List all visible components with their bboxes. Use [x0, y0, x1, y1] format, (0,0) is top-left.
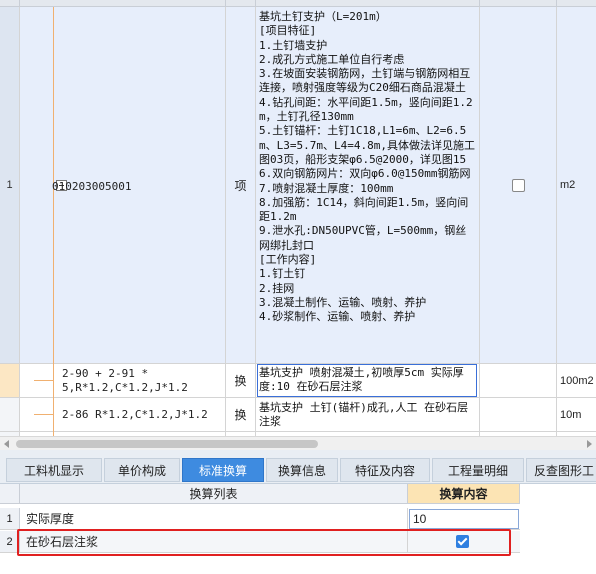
- sand-gravel-grouting-checkbox[interactable]: [456, 535, 469, 548]
- thickness-input[interactable]: 10: [409, 509, 519, 529]
- description-line: 2.成孔方式施工单位自行考虑: [259, 52, 405, 66]
- quota-grid: 1 010203005001 项 基坑土钉支护（L=201m） [项目特征] 1.土…: [0, 0, 596, 436]
- grid-row-item[interactable]: 1 010203005001 项 基坑土钉支护（L=201m） [项目特征] 1.土…: [0, 7, 596, 364]
- description-cell[interactable]: 基坑支护 喷射混凝土,初喷厚5cm 实际厚度:10 在砂石层注浆: [256, 364, 480, 397]
- type-cell: 换: [226, 364, 256, 397]
- conversion-value-cell[interactable]: [408, 531, 520, 552]
- row-number: [0, 398, 20, 431]
- detail-tab-bar: 工料机显示 单价构成 标准换算 换算信息 特征及内容 工程量明细 反查图形工: [0, 450, 596, 484]
- checkbox-cell: [480, 398, 557, 431]
- horizontal-scrollbar[interactable]: [0, 436, 596, 450]
- scrollbar-thumb[interactable]: [16, 440, 318, 448]
- description-line: 基坑土钉支护（L=201m）: [259, 10, 387, 23]
- tab-features-content[interactable]: 特征及内容: [340, 458, 430, 482]
- description-line: 4.钻孔间距：水平间距1.5m，竖向间距1.2m，土钉孔径130mm: [259, 95, 473, 124]
- conversion-name: 在砂石层注浆: [20, 531, 408, 552]
- description-line: 1.钉土钉: [259, 267, 306, 281]
- tab-unit-price[interactable]: 单价构成: [104, 458, 180, 482]
- scroll-right-arrow-icon[interactable]: [587, 440, 592, 448]
- row-number: [0, 364, 20, 397]
- code-cell[interactable]: 2-86 R*1.2,C*1.2,J*1.2: [20, 398, 226, 432]
- code-cell[interactable]: 2-90 + 2-91 * 5,R*1.2,C*1.2,J*1.2: [20, 364, 226, 398]
- item-description: 基坑土钉支护（L=201m） [项目特征] 1.土钉墙支护 2.成孔方式施工单位自行考…: [259, 10, 477, 325]
- description-line: 8.加强筋：1C14，斜向间距1.5m，竖向间距1.2m: [259, 195, 469, 224]
- grid-header-strip: [0, 0, 596, 7]
- quota-code-line2: 5,R*1.2,C*1.2,J*1.2: [62, 381, 188, 394]
- conversion-name: 实际厚度: [20, 508, 408, 529]
- checkbox-cell: [480, 364, 557, 397]
- code-cell[interactable]: 010203005001: [20, 7, 226, 364]
- item-checkbox[interactable]: [511, 178, 525, 192]
- unit-cell: 100m2: [560, 374, 594, 387]
- row-number: 1: [0, 7, 20, 363]
- grid-row-subitem[interactable]: 2-86 R*1.2,C*1.2,J*1.2 换 基坑支护 土钉(锚杆)成孔,人…: [0, 398, 596, 432]
- quota-description: 基坑支护 喷射混凝土,初喷厚5cm 实际厚度:10 在砂石层注浆: [259, 366, 464, 394]
- description-line: 2.挂网: [259, 281, 295, 295]
- type-cell: 换: [226, 398, 256, 431]
- row-number: 1: [0, 508, 20, 529]
- grid-row-subitem[interactable]: 2-90 + 2-91 * 5,R*1.2,C*1.2,J*1.2 换 基坑支护…: [0, 364, 596, 398]
- tree-line: [53, 364, 54, 398]
- conversion-row[interactable]: 1 实际厚度 10: [0, 508, 520, 530]
- description-line: [工作内容]: [259, 253, 317, 267]
- tree-branch: [34, 414, 54, 415]
- tab-labor-material-machine[interactable]: 工料机显示: [6, 458, 102, 482]
- tree-line: [53, 398, 54, 432]
- header-conversion-list: 换算列表: [20, 484, 408, 504]
- unit-cell: m2: [557, 7, 596, 363]
- type-cell: 项: [226, 7, 256, 363]
- tab-conversion-info[interactable]: 换算信息: [266, 458, 338, 482]
- quota-description: 基坑支护 土钉(锚杆)成孔,人工 在砂石层注浆: [259, 401, 469, 429]
- unit-cell: 10m: [560, 408, 582, 421]
- conversion-row[interactable]: 2 在砂石层注浆: [0, 531, 520, 553]
- description-line: 4.砂浆制作、运输、喷射、养护: [259, 310, 416, 324]
- tab-standard-conversion[interactable]: 标准换算: [182, 458, 264, 482]
- quota-code-line1: 2-86 R*1.2,C*1.2,J*1.2: [62, 408, 208, 421]
- description-line: [项目特征]: [259, 24, 317, 38]
- quota-code-line1: 2-90 + 2-91 *: [62, 367, 149, 380]
- description-line: 5.土钉锚杆：土钉1C18,L1=6m、L2=6.5m、L3=5.7m、L4=4…: [259, 124, 475, 166]
- tab-quantity-detail[interactable]: 工程量明细: [432, 458, 524, 482]
- header-conversion-value: 换算内容: [408, 484, 520, 504]
- description-line: 6.双向钢筋网片：双向φ6.0@150mm钢筋网: [259, 167, 471, 181]
- description-cell[interactable]: 基坑土钉支护（L=201m） [项目特征] 1.土钉墙支护 2.成孔方式施工单位自行考…: [256, 7, 480, 363]
- item-code: 010203005001: [52, 180, 132, 193]
- checkbox-cell[interactable]: [480, 7, 557, 363]
- tab-reverse-graphic[interactable]: 反查图形工: [526, 458, 596, 482]
- row-number: 2: [0, 531, 20, 552]
- header-corner: [0, 484, 20, 504]
- description-line: 1.土钉墙支护: [259, 38, 328, 52]
- conversion-table: 换算列表 换算内容 1 实际厚度 10 2 在砂石层注浆: [0, 484, 596, 574]
- description-line: 7.喷射混凝土厚度：100mm: [259, 181, 394, 195]
- description-line: 9.泄水孔:DN50UPVC管，L=500mm，钢丝网绑扎封口: [259, 224, 467, 252]
- scroll-left-arrow-icon[interactable]: [4, 440, 9, 448]
- description-line: 3.混凝土制作、运输、喷射、养护: [259, 295, 427, 309]
- description-line: 3.在坡面安装钢筋网，土钉端与钢筋网相互连接，喷射强度等级为C20细石商品混凝土: [259, 67, 471, 95]
- tree-branch: [34, 380, 54, 381]
- description-cell[interactable]: 基坑支护 土钉(锚杆)成孔,人工 在砂石层注浆: [256, 398, 480, 431]
